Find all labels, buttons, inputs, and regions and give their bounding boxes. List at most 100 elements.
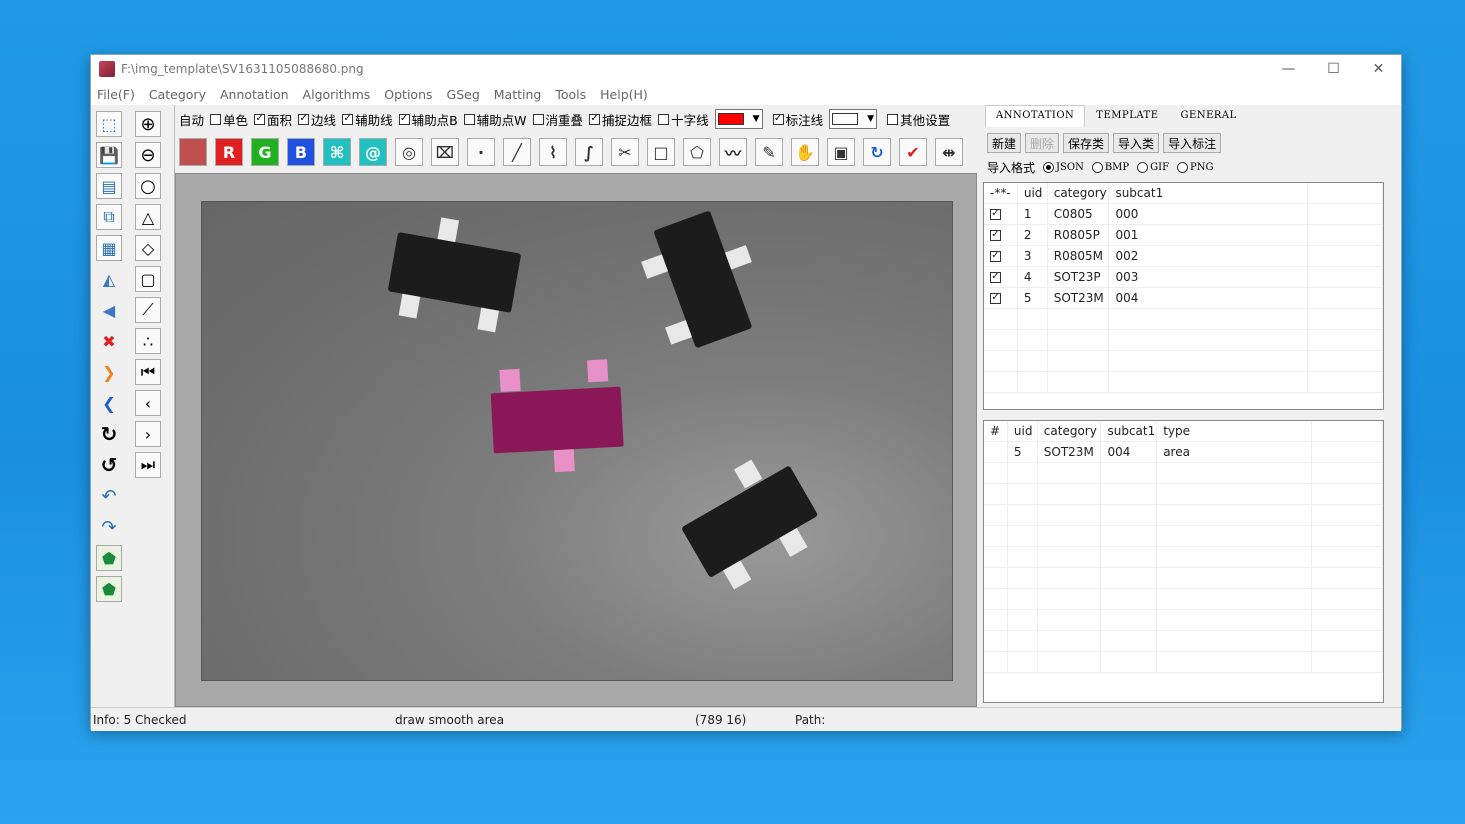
image-view[interactable] [201, 201, 953, 681]
flip-h-icon[interactable]: ◭ [96, 266, 122, 292]
paste-box-icon[interactable]: ▣ [827, 138, 855, 166]
option-aux-point-b[interactable]: ✓ 辅助点B [398, 110, 458, 129]
menu-tools[interactable]: Tools [555, 87, 586, 102]
tab-general[interactable]: GENERAL [1170, 105, 1248, 127]
menu-file[interactable]: File(F) [97, 87, 135, 102]
rotate-icon[interactable]: ↻ [863, 138, 891, 166]
polygon-icon[interactable]: ⬟ [96, 545, 122, 571]
copy-icon[interactable]: ⧉ [96, 204, 122, 230]
curve-icon[interactable]: ∫ [575, 138, 603, 166]
save-icon[interactable]: 💾 [96, 142, 122, 168]
delete-button[interactable]: 删除 [1025, 133, 1060, 153]
delete-icon[interactable]: ✖ [96, 328, 122, 354]
forward-icon[interactable]: ↷ [96, 514, 122, 540]
category-row[interactable]: ✓ 2 R0805P 001 [984, 225, 1383, 246]
annotation-empty-row[interactable] [984, 547, 1383, 568]
menu-matting[interactable]: Matting [494, 87, 542, 102]
menu-category[interactable]: Category [149, 87, 206, 102]
magic-icon[interactable]: ⌧ [431, 138, 459, 166]
check-icon[interactable]: ✔ [899, 138, 927, 166]
polyline-icon[interactable]: ⌇ [539, 138, 567, 166]
points-icon[interactable]: ∴ [135, 328, 161, 354]
add-node-icon[interactable]: △ [135, 204, 161, 230]
annotation-empty-row[interactable] [984, 484, 1383, 505]
option-annotation-line[interactable]: ✓ 标注线 [772, 110, 823, 129]
zoom-in-icon[interactable]: ⊕ [135, 111, 161, 137]
back-icon[interactable]: ↶ [96, 483, 122, 509]
new-button[interactable]: 新建 [987, 133, 1022, 153]
canvas-area[interactable] [175, 173, 977, 707]
option-edge[interactable]: ✓ 边线 [298, 110, 336, 129]
at-icon[interactable]: @ [359, 138, 387, 166]
option-snap-border[interactable]: ✓ 捕捉边框 [589, 110, 652, 129]
option-mono[interactable]: 单色 [210, 110, 248, 129]
row-checkbox[interactable]: ✓ [990, 292, 1001, 304]
circle-icon[interactable]: ○ [135, 173, 161, 199]
import-annotation-button[interactable]: 导入标注 [1163, 133, 1222, 153]
annotation-row[interactable]: 5 SOT23M 004 area [984, 442, 1383, 463]
color-select[interactable]: ▼ [714, 109, 763, 129]
edit-icon[interactable]: ▤ [96, 173, 122, 199]
add-shape-icon[interactable]: ◇ [135, 235, 161, 261]
menu-algorithms[interactable]: Algorithms [303, 87, 371, 102]
option-aux-point-w[interactable]: 辅助点W [463, 110, 527, 129]
maximize-button[interactable]: ☐ [1311, 55, 1356, 83]
first-icon[interactable]: ⏮ [135, 359, 161, 385]
option-other-settings[interactable]: 其他设置 [887, 110, 950, 129]
point-icon[interactable]: · [467, 138, 495, 166]
import-class-button[interactable]: 导入类 [1113, 133, 1160, 153]
category-row[interactable]: ✓ 4 SOT23P 003 [984, 267, 1383, 288]
category-empty-row[interactable] [984, 330, 1383, 351]
paste-icon[interactable]: ▦ [96, 235, 122, 261]
menu-help[interactable]: Help(H) [600, 87, 648, 102]
prev-icon[interactable]: ❮ [96, 390, 122, 416]
category-empty-row[interactable] [984, 309, 1383, 330]
row-checkbox[interactable]: ✓ [990, 250, 1001, 262]
redo-icon[interactable]: ↻ [96, 421, 122, 447]
green-channel-icon[interactable]: G [251, 138, 279, 166]
annotation-empty-row[interactable] [984, 589, 1383, 610]
format-png[interactable]: PNG [1177, 162, 1214, 173]
brush-icon[interactable]: ✎ [755, 138, 783, 166]
prev-page-icon[interactable]: ‹ [135, 390, 161, 416]
option-area[interactable]: ✓ 面积 [254, 110, 292, 129]
last-icon[interactable]: ⏭ [135, 452, 161, 478]
option-aux-line[interactable]: ✓ 辅助线 [342, 110, 393, 129]
menu-gseg[interactable]: GSeg [447, 87, 480, 102]
split-icon[interactable]: ⇹ [935, 138, 963, 166]
annotation-empty-row[interactable] [984, 505, 1383, 526]
tab-annotation[interactable]: ANNOTATION [985, 105, 1086, 127]
menu-options[interactable]: Options [384, 87, 432, 102]
line-style-select[interactable]: ▼ [829, 109, 878, 129]
lasso-icon[interactable]: ⌘ [323, 138, 351, 166]
row-checkbox[interactable]: ✓ [990, 271, 1001, 283]
line-icon[interactable]: ╱ [503, 138, 531, 166]
row-checkbox[interactable]: ✓ [990, 229, 1001, 241]
minimize-button[interactable]: — [1266, 55, 1311, 83]
next-page-icon[interactable]: › [135, 421, 161, 447]
category-row[interactable]: ✓ 1 C0805 000 [984, 204, 1383, 225]
category-empty-row[interactable] [984, 372, 1383, 393]
format-gif[interactable]: GIF [1137, 162, 1169, 173]
polygon2-icon[interactable]: ⬟ [96, 576, 122, 602]
spiral-icon[interactable]: ◎ [395, 138, 423, 166]
category-row[interactable]: ✓ 5 SOT23M 004 [984, 288, 1383, 309]
add-rect-icon[interactable]: ▢ [135, 266, 161, 292]
flip-v-icon[interactable]: ◀ [96, 297, 122, 323]
undo-icon[interactable]: ↺ [96, 452, 122, 478]
save-class-button[interactable]: 保存类 [1063, 133, 1110, 153]
category-row[interactable]: ✓ 3 R0805M 002 [984, 246, 1383, 267]
category-table[interactable]: -**- uid category subcat1 ✓ 1 C0805 000 ✓ 2 R0805P… [983, 182, 1384, 410]
close-button[interactable]: ✕ [1356, 55, 1401, 83]
annotation-empty-row[interactable] [984, 610, 1383, 631]
format-json[interactable]: JSON [1043, 162, 1084, 173]
scissors-icon[interactable]: ✂ [611, 138, 639, 166]
red-channel-icon[interactable]: R [215, 138, 243, 166]
tab-template[interactable]: TEMPLATE [1085, 105, 1169, 127]
freehand-icon[interactable]: 〰 [719, 138, 747, 166]
photo-icon[interactable] [179, 138, 207, 166]
annotation-table[interactable]: # uid category subcat1 type 5 SOT23M 004 area [983, 420, 1384, 703]
format-bmp[interactable]: BMP [1091, 162, 1129, 173]
annotation-empty-row[interactable] [984, 568, 1383, 589]
annotation-empty-row[interactable] [984, 652, 1383, 673]
